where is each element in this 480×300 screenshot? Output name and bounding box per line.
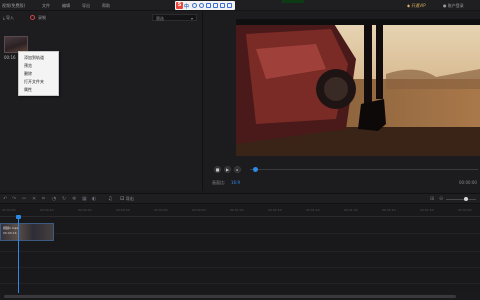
import-button[interactable]: ⤓ 导入 [3, 15, 14, 21]
ruler-tick-label: 00:00:40 [154, 208, 168, 212]
progress-track[interactable] [250, 169, 478, 170]
zoom-out-icon[interactable]: ⊖ [439, 196, 443, 202]
speed-icon[interactable]: ◔ [52, 196, 56, 202]
media-thumbnail-name: 00:16 [4, 55, 16, 60]
menu-item-properties[interactable]: 属性 [24, 87, 32, 93]
vip-link[interactable]: ◆ 开通VIP [407, 3, 426, 9]
split-icon[interactable]: ✂ [22, 196, 26, 202]
context-menu: 添加到轨道 预览 删除 打开文件夹 属性 [18, 51, 59, 96]
next-frame-button[interactable]: ▸ [234, 166, 241, 173]
preview-panel: ■ ▶ ▸ 画面比: 16:9 00:00:00 [204, 11, 480, 191]
time-ruler[interactable]: 00:00:00 00:00:10 00:00:20 00:00:30 00:00:40… [0, 205, 480, 217]
playback-bar: ■ ▶ ▸ [204, 163, 480, 175]
filter-value: 筛选 [156, 16, 164, 21]
media-panel: ⤓ 导入 录制 筛选 ▾ 00:16 添加到轨道 预览 删除 打开文件夹 属性 [0, 11, 203, 191]
filter-select[interactable]: 筛选 ▾ [152, 14, 197, 21]
ime-mode[interactable]: 中 [184, 3, 189, 10]
video-clip[interactable]: 视频1.mp4 00:00:16 [0, 223, 54, 241]
record-button[interactable]: 录制 [38, 15, 46, 21]
mosaic-icon[interactable]: ▦ [82, 196, 87, 202]
crop-icon[interactable]: ⌗ [42, 196, 45, 202]
ruler-tick-label: 00:00:50 [192, 208, 206, 212]
ratio-value[interactable]: 16:9 [231, 180, 240, 185]
menu-item-preview[interactable]: 预览 [24, 63, 32, 69]
preview-info: 画面比: 16:9 00:00:00 [204, 178, 480, 188]
menu-item-open-folder[interactable]: 打开文件夹 [24, 79, 44, 85]
text-track[interactable] [0, 253, 480, 268]
stop-button[interactable]: ■ [214, 166, 221, 173]
keyboard-icon[interactable] [213, 3, 218, 8]
microphone-record-icon[interactable]: ♫ [108, 196, 112, 202]
music-track[interactable] [0, 269, 480, 284]
undo-icon[interactable]: ↶ [3, 196, 7, 202]
video-frame-image [236, 19, 480, 156]
clip-name: 视频1.mp4 [3, 226, 19, 230]
app-title: 视频(免费版) [2, 3, 26, 8]
punctuation-icon[interactable] [192, 3, 197, 8]
ruler-tick-label: 00:00:20 [78, 208, 92, 212]
timeline: 00:00:00 00:00:10 00:00:20 00:00:30 00:00:40… [0, 205, 480, 297]
chevron-down-icon: ▾ [191, 16, 194, 21]
ruler-tick-label: 00:01:20 [306, 208, 320, 212]
audio-track[interactable] [0, 237, 480, 252]
clip-duration: 00:00:16 [3, 231, 17, 235]
menu-item-delete[interactable]: 删除 [24, 71, 32, 77]
ruler-tick-label: 00:01:50 [420, 208, 434, 212]
timeline-toolbar: ↶ ↷ ✂ ✕ ⌗ ◔ ↻ ❄ ▦ ◐ ♫ ⊡ 导出 ⊞ ⊖ [0, 193, 480, 204]
menu-help[interactable]: 帮助 [102, 3, 110, 9]
play-icon: ▶ [225, 167, 230, 172]
zoom-slider[interactable] [446, 199, 476, 200]
grid-icon[interactable] [227, 3, 232, 8]
volume-icon[interactable]: ◐ [92, 196, 96, 202]
menu-edit[interactable]: 编辑 [62, 3, 70, 9]
export-button[interactable]: ⊡ 导出 [120, 196, 134, 202]
video-track[interactable] [0, 219, 480, 234]
ruler-tick-label: 00:00:00 [2, 208, 16, 212]
ruler-tick-label: 00:00:30 [116, 208, 130, 212]
ruler-tick-label: 00:01:00 [230, 208, 244, 212]
import-label: 导入 [6, 15, 15, 20]
time-readout: 00:00:00 [459, 180, 477, 185]
freeze-icon[interactable]: ❄ [72, 196, 76, 202]
next-frame-icon: ▸ [236, 167, 239, 172]
record-icon[interactable] [30, 15, 35, 20]
login-label: 账户登录 [447, 3, 464, 8]
playhead-line[interactable] [18, 217, 19, 297]
progress-knob[interactable] [252, 167, 258, 172]
ruler-tick-label: 00:01:30 [344, 208, 358, 212]
title-bar: 视频(免费版) 文件 编辑 导出 帮助 S 中 ◆ 开通VIP ● 账户登录 [0, 0, 480, 11]
ime-toolbar[interactable]: S 中 [175, 1, 235, 10]
stop-icon: ■ [215, 167, 220, 172]
ruler-tick-label: 00:01:10 [268, 208, 282, 212]
scrollbar-thumb[interactable] [4, 295, 456, 298]
play-button[interactable]: ▶ [224, 166, 231, 173]
ratio-label: 画面比: [212, 180, 226, 185]
menu-item-add-to-track[interactable]: 添加到轨道 [24, 55, 44, 61]
status-strip [282, 0, 304, 3]
zoom-slider-knob[interactable] [464, 197, 468, 201]
timeline-scrollbar[interactable] [0, 293, 480, 300]
export-label: 导出 [125, 196, 134, 201]
login-link[interactable]: ● 账户登录 [443, 3, 464, 9]
vip-label: 开通VIP [411, 3, 426, 8]
fit-icon[interactable]: ⊞ [430, 196, 434, 202]
menu-export[interactable]: 导出 [82, 3, 90, 9]
delete-icon[interactable]: ✕ [32, 196, 36, 202]
menu-file[interactable]: 文件 [42, 3, 50, 9]
ruler-tick-label: 00:00:10 [40, 208, 54, 212]
skin-icon[interactable] [220, 3, 225, 8]
emoji-icon[interactable] [199, 3, 204, 8]
media-toolbar: ⤓ 导入 录制 筛选 ▾ [0, 11, 203, 23]
playhead-handle[interactable] [16, 215, 21, 219]
sogou-logo-icon: S [176, 2, 183, 9]
microphone-icon[interactable] [206, 3, 211, 8]
ruler-tick-label: 00:01:40 [382, 208, 396, 212]
redo-icon[interactable]: ↷ [12, 196, 16, 202]
ruler-tick-label: 00:02:00 [458, 208, 472, 212]
rotate-icon[interactable]: ↻ [62, 196, 66, 202]
video-preview[interactable] [236, 19, 480, 156]
